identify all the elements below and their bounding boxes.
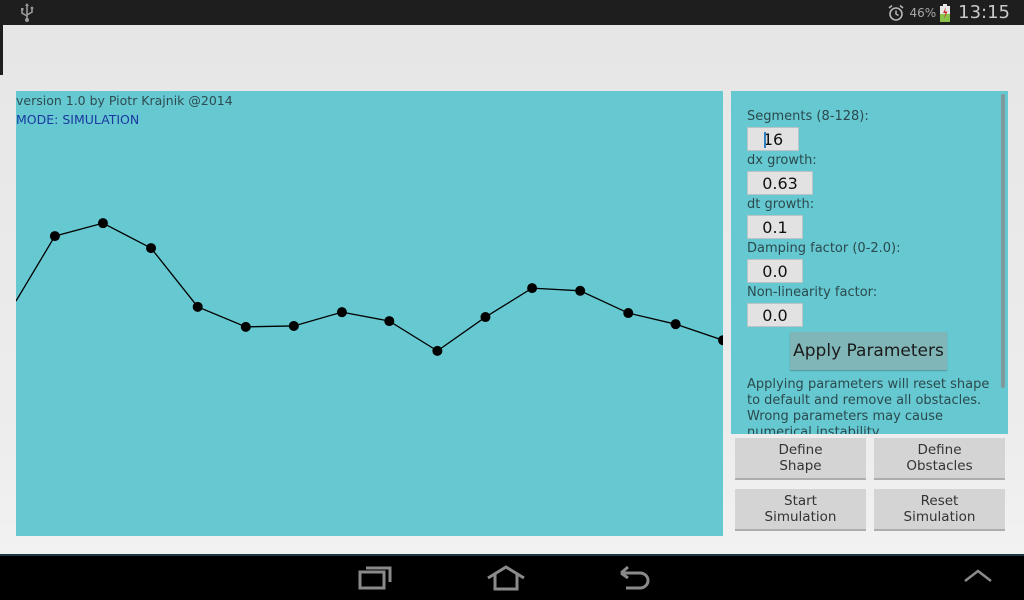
simulation-canvas[interactable]: version 1.0 by Piotr Krajnik @2014 MODE:… [16, 91, 723, 536]
string-node[interactable] [623, 308, 634, 319]
panel-scrollbar[interactable] [1001, 94, 1005, 388]
home-icon[interactable] [486, 564, 526, 592]
nonlinearity-label: Non-linearity factor: [747, 285, 878, 300]
menu-up-icon[interactable] [962, 566, 994, 586]
segments-input[interactable]: 16 [747, 127, 799, 151]
dx-growth-input[interactable]: 0.63 [747, 171, 813, 195]
alarm-icon [888, 4, 904, 21]
define-obstacles-label: Define Obstacles [906, 442, 973, 474]
reset-simulation-button[interactable]: Reset Simulation [874, 489, 1005, 531]
segments-label: Segments (8-128): [747, 109, 869, 124]
string-node[interactable] [49, 231, 60, 242]
string-node[interactable] [384, 316, 395, 327]
parameters-panel[interactable]: Segments (8-128): 16 dx growth: 0.63 dt … [731, 91, 1008, 434]
apply-parameters-button[interactable]: Apply Parameters [790, 332, 947, 370]
left-edge-strip [0, 25, 3, 75]
navigation-bar [0, 554, 1024, 600]
usb-icon [21, 3, 34, 22]
dt-growth-label: dt growth: [747, 197, 815, 212]
dt-growth-value: 0.1 [762, 217, 788, 237]
dx-growth-label: dx growth: [747, 153, 817, 168]
clock: 13:15 [958, 2, 1010, 23]
define-obstacles-button[interactable]: Define Obstacles [874, 438, 1005, 480]
damping-value: 0.0 [762, 261, 788, 281]
string-node[interactable] [192, 301, 203, 312]
recent-apps-icon[interactable] [358, 564, 394, 592]
start-simulation-label: Start Simulation [764, 493, 837, 525]
string-node[interactable] [432, 345, 443, 356]
damping-input[interactable]: 0.0 [747, 259, 803, 283]
nonlinearity-input[interactable]: 0.0 [747, 303, 803, 327]
start-simulation-button[interactable]: Start Simulation [735, 489, 866, 531]
string-node[interactable] [288, 320, 299, 331]
string-chart[interactable] [16, 91, 723, 536]
status-right: 46% 13:15 [887, 0, 1010, 25]
nonlinearity-value: 0.0 [762, 305, 788, 325]
string-line [16, 222, 723, 352]
string-nodes [49, 218, 723, 356]
battery-percent: 46% [909, 5, 937, 20]
version-label: version 1.0 by Piotr Krajnik @2014 [16, 93, 233, 108]
string-node[interactable] [575, 285, 586, 296]
text-cursor [764, 132, 766, 148]
string-node[interactable] [670, 319, 681, 330]
mode-label: MODE: SIMULATION [16, 112, 140, 127]
reset-simulation-label: Reset Simulation [903, 493, 976, 525]
battery-icon [940, 3, 951, 22]
define-shape-button[interactable]: Define Shape [735, 438, 866, 480]
string-node[interactable] [480, 312, 491, 323]
string-node[interactable] [527, 283, 538, 294]
dx-growth-value: 0.63 [762, 173, 798, 193]
dt-growth-input[interactable]: 0.1 [747, 215, 803, 239]
define-shape-label: Define Shape [778, 442, 823, 474]
string-node[interactable] [146, 243, 157, 254]
string-node[interactable] [718, 335, 723, 346]
string-node[interactable] [97, 218, 108, 229]
string-node[interactable] [336, 307, 347, 318]
string-node[interactable] [240, 321, 251, 332]
status-bar: 46% 13:15 [0, 0, 1024, 25]
damping-label: Damping factor (0-2.0): [747, 241, 901, 256]
back-icon[interactable] [618, 564, 654, 592]
parameters-note: Applying parameters will reset shape to … [747, 377, 990, 434]
